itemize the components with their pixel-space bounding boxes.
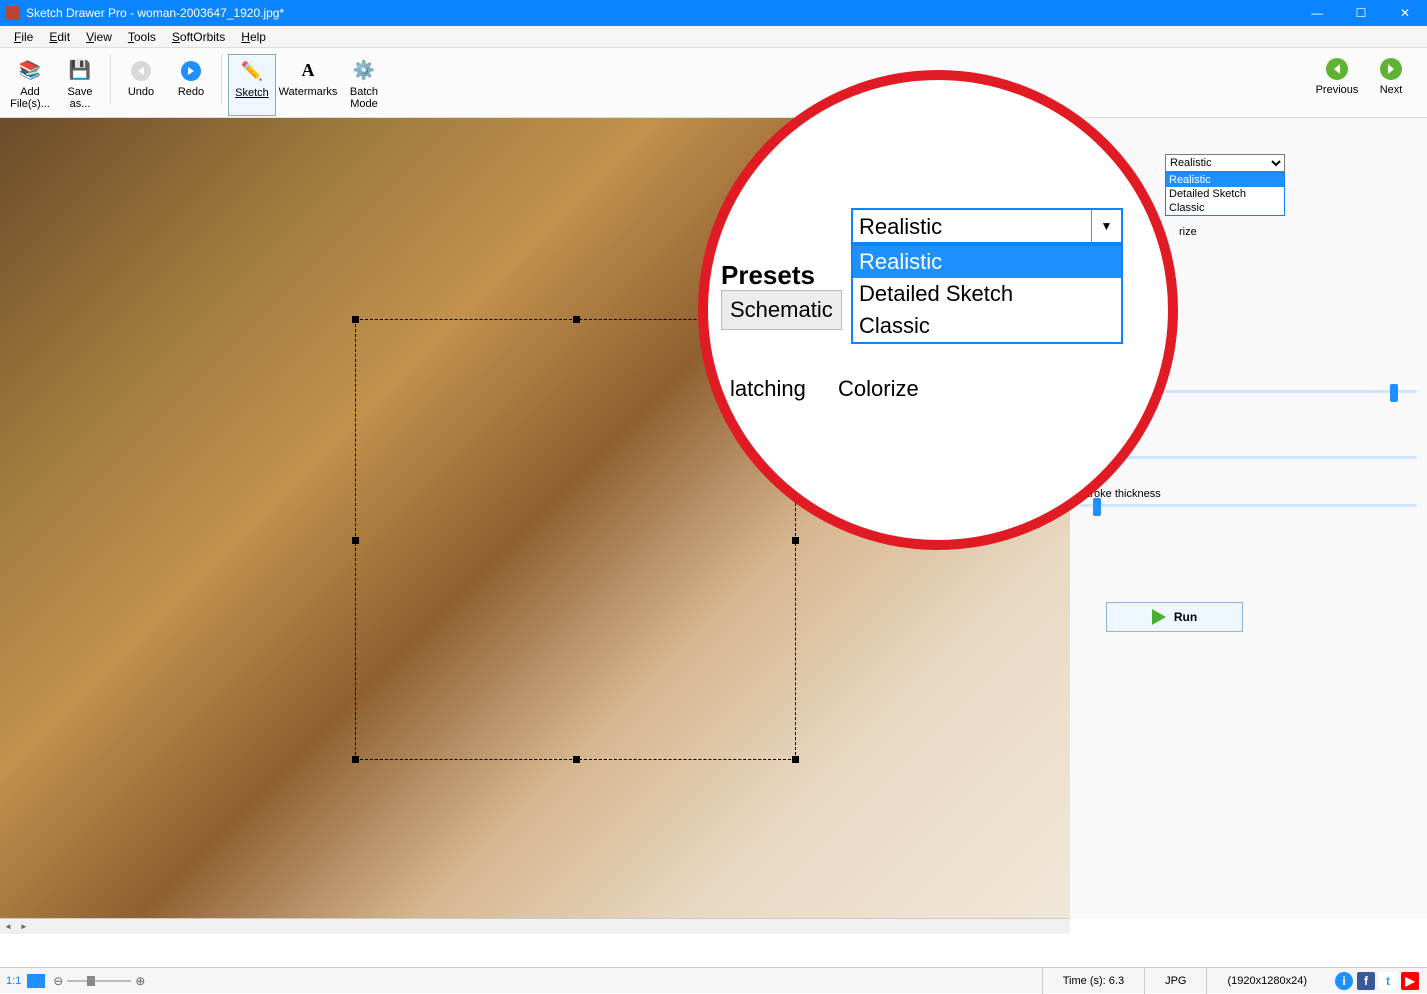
separator (110, 54, 111, 104)
undo-button[interactable]: Undo (117, 54, 165, 116)
watermarks-button[interactable]: A Watermarks (278, 54, 338, 116)
add-files-icon: 📚 (16, 58, 44, 84)
handle-bottom-left[interactable] (352, 756, 359, 763)
handle-bottom-mid[interactable] (573, 756, 580, 763)
tab-colorize-cut[interactable]: rize (1179, 226, 1197, 238)
redo-label: Redo (178, 86, 204, 98)
menu-view[interactable]: View (78, 28, 120, 46)
close-button[interactable]: ✕ (1383, 0, 1427, 26)
previous-label: Previous (1316, 84, 1359, 96)
sketch-button[interactable]: ✏️ Sketch (228, 54, 276, 116)
window-title: Sketch Drawer Pro - woman-2003647_1920.j… (26, 6, 284, 20)
maximize-button[interactable]: ☐ (1339, 0, 1383, 26)
horizontal-scrollbar[interactable] (0, 918, 1070, 934)
add-files-label: Add File(s)... (10, 86, 50, 110)
option-classic-zoom[interactable]: Classic (853, 310, 1121, 342)
previous-button[interactable]: Previous (1313, 52, 1361, 114)
option-realistic-zoom[interactable]: Realistic (853, 246, 1121, 278)
zoom-in-icon[interactable]: ⊕ (135, 974, 145, 988)
save-as-label: Save as... (67, 86, 92, 110)
run-arrow-icon (1152, 609, 1166, 625)
undo-icon (127, 58, 155, 84)
previous-icon (1323, 56, 1351, 82)
status-dimensions: (1920x1280x24) (1206, 968, 1327, 994)
batch-mode-button[interactable]: ⚙️ Batch Mode (340, 54, 388, 116)
preset-list-zoom[interactable]: Realistic Detailed Sketch Classic (851, 244, 1123, 344)
status-format: JPG (1144, 968, 1206, 994)
next-icon (1377, 56, 1405, 82)
add-files-button[interactable]: 📚 Add File(s)... (6, 54, 54, 116)
undo-label: Undo (128, 86, 154, 98)
zoom-ratio[interactable]: 1:1 (0, 975, 27, 987)
save-as-button[interactable]: 💾 Save as... (56, 54, 104, 116)
zoom-out-icon[interactable]: ⊖ (53, 974, 63, 988)
preset-option-realistic[interactable]: Realistic (1166, 173, 1284, 187)
gear-icon: ⚙️ (350, 58, 378, 84)
presets-heading: Presets (721, 260, 815, 291)
menu-edit[interactable]: Edit (41, 28, 78, 46)
tab-hatching-cut[interactable]: latching (730, 376, 806, 402)
schematic-button[interactable]: Schematic (721, 290, 842, 330)
run-button[interactable]: Run (1106, 602, 1243, 632)
run-label: Run (1174, 610, 1197, 624)
chevron-down-icon[interactable] (1091, 210, 1121, 242)
zoom-slider[interactable]: ⊖ ⊕ (53, 974, 145, 988)
tab-colorize-zoom[interactable]: Colorize (838, 376, 919, 402)
handle-bottom-right[interactable] (792, 756, 799, 763)
redo-icon (177, 58, 205, 84)
minimize-button[interactable]: — (1295, 0, 1339, 26)
next-button[interactable]: Next (1367, 52, 1415, 114)
status-time: Time (s): 6.3 (1042, 968, 1144, 994)
slider-thumb-1[interactable] (1390, 384, 1398, 402)
batch-mode-label: Batch Mode (350, 86, 378, 110)
preset-option-detailed[interactable]: Detailed Sketch (1166, 187, 1284, 201)
option-detailed-zoom[interactable]: Detailed Sketch (853, 278, 1121, 310)
twitter-icon[interactable]: t (1379, 972, 1397, 990)
handle-top-left[interactable] (352, 316, 359, 323)
youtube-icon[interactable]: ▶ (1401, 972, 1419, 990)
sketch-icon: ✏️ (238, 59, 266, 85)
status-bar: 1:1 ⊖ ⊕ Time (s): 6.3 JPG (1920x1280x24)… (0, 967, 1427, 993)
app-icon (6, 6, 20, 20)
save-icon: 💾 (66, 58, 94, 84)
next-label: Next (1380, 84, 1403, 96)
preset-select[interactable]: Realistic (1165, 154, 1285, 172)
annotation-callout: Presets Schematic Realistic Realistic De… (698, 70, 1178, 550)
facebook-icon[interactable]: f (1357, 972, 1375, 990)
watermarks-icon: A (294, 58, 322, 84)
sketch-label: Sketch (235, 87, 269, 99)
handle-mid-left[interactable] (352, 537, 359, 544)
preset-option-classic[interactable]: Classic (1166, 201, 1284, 215)
menu-file[interactable]: File (6, 28, 41, 46)
separator (221, 54, 222, 104)
handle-top-mid[interactable] (573, 316, 580, 323)
title-bar: Sketch Drawer Pro - woman-2003647_1920.j… (0, 0, 1427, 26)
info-icon[interactable]: i (1335, 972, 1353, 990)
preset-value-zoom: Realistic (853, 210, 1091, 242)
menu-softorbits[interactable]: SoftOrbits (164, 28, 233, 46)
zoom-thumb[interactable] (87, 976, 95, 986)
preset-dropdown-list[interactable]: Realistic Detailed Sketch Classic (1165, 172, 1285, 216)
redo-button[interactable]: Redo (167, 54, 215, 116)
preset-select-zoom[interactable]: Realistic (851, 208, 1123, 244)
menu-help[interactable]: Help (233, 28, 274, 46)
menu-bar: File Edit View Tools SoftOrbits Help (0, 26, 1427, 48)
fit-to-window-icon[interactable] (27, 974, 45, 988)
watermarks-label: Watermarks (279, 86, 338, 98)
menu-tools[interactable]: Tools (120, 28, 164, 46)
